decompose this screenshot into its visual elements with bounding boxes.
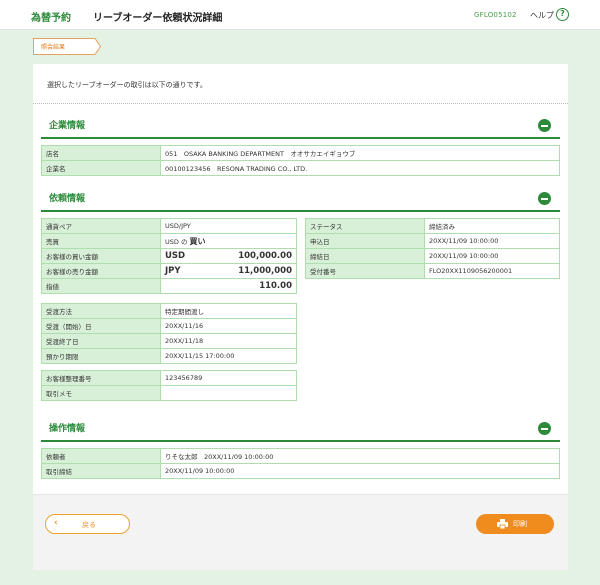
main-panel: 選択したリーブオーダーの取引は以下の通りです。 企業情報 店名 051 OSAK…	[33, 64, 568, 570]
table-row: 受渡終了日 20XX/11/18	[41, 333, 297, 349]
help-icon[interactable]: ?	[556, 8, 569, 21]
sell-amount-cell: JPY 11,000,000	[160, 263, 297, 279]
delivery-method-value: 特定期間渡し	[160, 303, 297, 319]
table-row: お客様の買い金額 USD 100,000.00	[41, 248, 297, 264]
row-label: お客様整理番号	[41, 370, 161, 386]
section-underline	[41, 210, 560, 212]
reference-number-value: 123456789	[160, 370, 297, 386]
page-title: リーブオーダー依頼状況詳細	[93, 13, 223, 24]
app-logo[interactable]: 為替予約	[31, 9, 71, 24]
reference-table: お客様整理番号 123456789 取引メモ	[41, 370, 297, 401]
section-title-operations: 操作情報	[49, 424, 86, 434]
app-header: 為替予約 リーブオーダー依頼状況詳細 GFLO05102 ヘルプ ?	[0, 0, 600, 30]
contract-date-value: 20XX/11/09 10:00:00	[424, 248, 560, 264]
table-row: 売買 USD の 買い	[41, 233, 297, 249]
company-table: 店名 051 OSAKA BANKING DEPARTMENT オオサカエイギョ…	[41, 145, 560, 176]
sell-amount: 11,000,000	[238, 266, 292, 276]
delivery-table: 受渡方法 特定期間渡し 受渡（開始）日 20XX/11/16 受渡終了日 20X…	[41, 303, 297, 364]
row-label: 通貨ペア	[41, 218, 161, 234]
row-label: お客様の売り金額	[41, 263, 161, 279]
row-label: 依頼者	[41, 448, 161, 464]
table-row: 受渡方法 特定期間渡し	[41, 303, 297, 319]
row-label: 受渡終了日	[41, 333, 161, 349]
contract-op-value: 20XX/11/09 10:00:00	[160, 463, 560, 479]
table-row: ステータス 締結済み	[305, 218, 560, 234]
row-label: 申込日	[305, 233, 425, 249]
side-prefix: USD の	[165, 237, 188, 246]
table-row: 店名 051 OSAKA BANKING DEPARTMENT オオサカエイギョ…	[41, 145, 560, 161]
step-label: 照会結果	[41, 44, 66, 51]
table-row: 受渡（開始）日 20XX/11/16	[41, 318, 297, 334]
table-row: 通貨ペア USD/JPY	[41, 218, 297, 234]
trade-table: 通貨ペア USD/JPY 売買 USD の 買い お客様の買い金額 USD 100…	[41, 218, 297, 294]
table-row: 受付番号 FLO20XX1109056200001	[305, 263, 560, 279]
buy-amount: 100,000.00	[238, 251, 292, 261]
delivery-end-value: 20XX/11/18	[160, 333, 297, 349]
print-button-label: 印刷	[513, 520, 527, 528]
row-label: 受付番号	[305, 263, 425, 279]
row-label: 売買	[41, 233, 161, 249]
sell-currency: JPY	[165, 266, 181, 276]
row-label: 預かり期限	[41, 348, 161, 364]
table-row: 依頼者 りそな太郎 20XX/11/09 10:00:00	[41, 448, 560, 464]
row-label: 受渡（開始）日	[41, 318, 161, 334]
table-row: 締結日 20XX/11/09 10:00:00	[305, 248, 560, 264]
row-label: 取引メモ	[41, 385, 161, 401]
requester-value: りそな太郎 20XX/11/09 10:00:00	[160, 448, 560, 464]
print-button[interactable]: 印刷	[476, 514, 554, 534]
status-table: ステータス 締結済み 申込日 20XX/11/09 10:00:00 締結日 2…	[305, 218, 560, 279]
back-button[interactable]: ‹ 戻る	[45, 514, 130, 534]
delivery-start-value: 20XX/11/16	[160, 318, 297, 334]
screen-id: GFLO05102	[474, 11, 517, 19]
row-label: 受渡方法	[41, 303, 161, 319]
table-row: お客様の売り金額 JPY 11,000,000	[41, 263, 297, 279]
row-label: 企業名	[41, 160, 161, 176]
divider	[33, 103, 568, 104]
row-label: お客様の買い金額	[41, 248, 161, 264]
table-row: 取引メモ	[41, 385, 297, 401]
collapse-icon[interactable]	[538, 422, 551, 435]
memo-value	[160, 385, 297, 401]
operations-table: 依頼者 りそな太郎 20XX/11/09 10:00:00 取引締結 20XX/…	[41, 448, 560, 479]
printer-icon	[497, 519, 508, 529]
back-button-label: 戻る	[82, 521, 96, 529]
button-bar: ‹ 戻る 印刷	[33, 494, 568, 570]
table-row: 取引締結 20XX/11/09 10:00:00	[41, 463, 560, 479]
section-title-request: 依頼情報	[49, 194, 86, 204]
company-value: 00100123456 RESONA TRADING CO., LTD.	[160, 160, 560, 176]
chevron-left-icon: ‹	[54, 518, 58, 528]
collapse-icon[interactable]	[538, 192, 551, 205]
buy-currency: USD	[165, 251, 186, 261]
row-label: 締結日	[305, 248, 425, 264]
intro-text: 選択したリーブオーダーの取引は以下の通りです。	[47, 81, 207, 89]
buy-amount-cell: USD 100,000.00	[160, 248, 297, 264]
table-row: 指値 110.00	[41, 278, 297, 294]
collapse-icon[interactable]	[538, 119, 551, 132]
receipt-number-value: FLO20XX1109056200001	[424, 263, 560, 279]
branch-value: 051 OSAKA BANKING DEPARTMENT オオサカエイギョウブ	[160, 145, 560, 161]
row-label: 指値	[41, 278, 161, 294]
table-row: 申込日 20XX/11/09 10:00:00	[305, 233, 560, 249]
side-text: 買い	[189, 236, 206, 246]
row-label: ステータス	[305, 218, 425, 234]
row-label: 取引締結	[41, 463, 161, 479]
currency-pair-value: USD/JPY	[160, 218, 297, 234]
expiry-value: 20XX/11/15 17:00:00	[160, 348, 297, 364]
section-underline	[41, 440, 560, 442]
table-row: 預かり期限 20XX/11/15 17:00:00	[41, 348, 297, 364]
table-row: 企業名 00100123456 RESONA TRADING CO., LTD.	[41, 160, 560, 176]
table-row: お客様整理番号 123456789	[41, 370, 297, 386]
help-link[interactable]: ヘルプ	[530, 10, 554, 21]
section-title-company: 企業情報	[49, 121, 86, 131]
section-underline	[41, 137, 560, 139]
status-value: 締結済み	[424, 218, 560, 234]
side-value: USD の 買い	[160, 233, 297, 249]
row-label: 店名	[41, 145, 161, 161]
limit-rate-value: 110.00	[160, 278, 297, 294]
step-indicator: 照会結果	[33, 38, 102, 55]
applied-date-value: 20XX/11/09 10:00:00	[424, 233, 560, 249]
